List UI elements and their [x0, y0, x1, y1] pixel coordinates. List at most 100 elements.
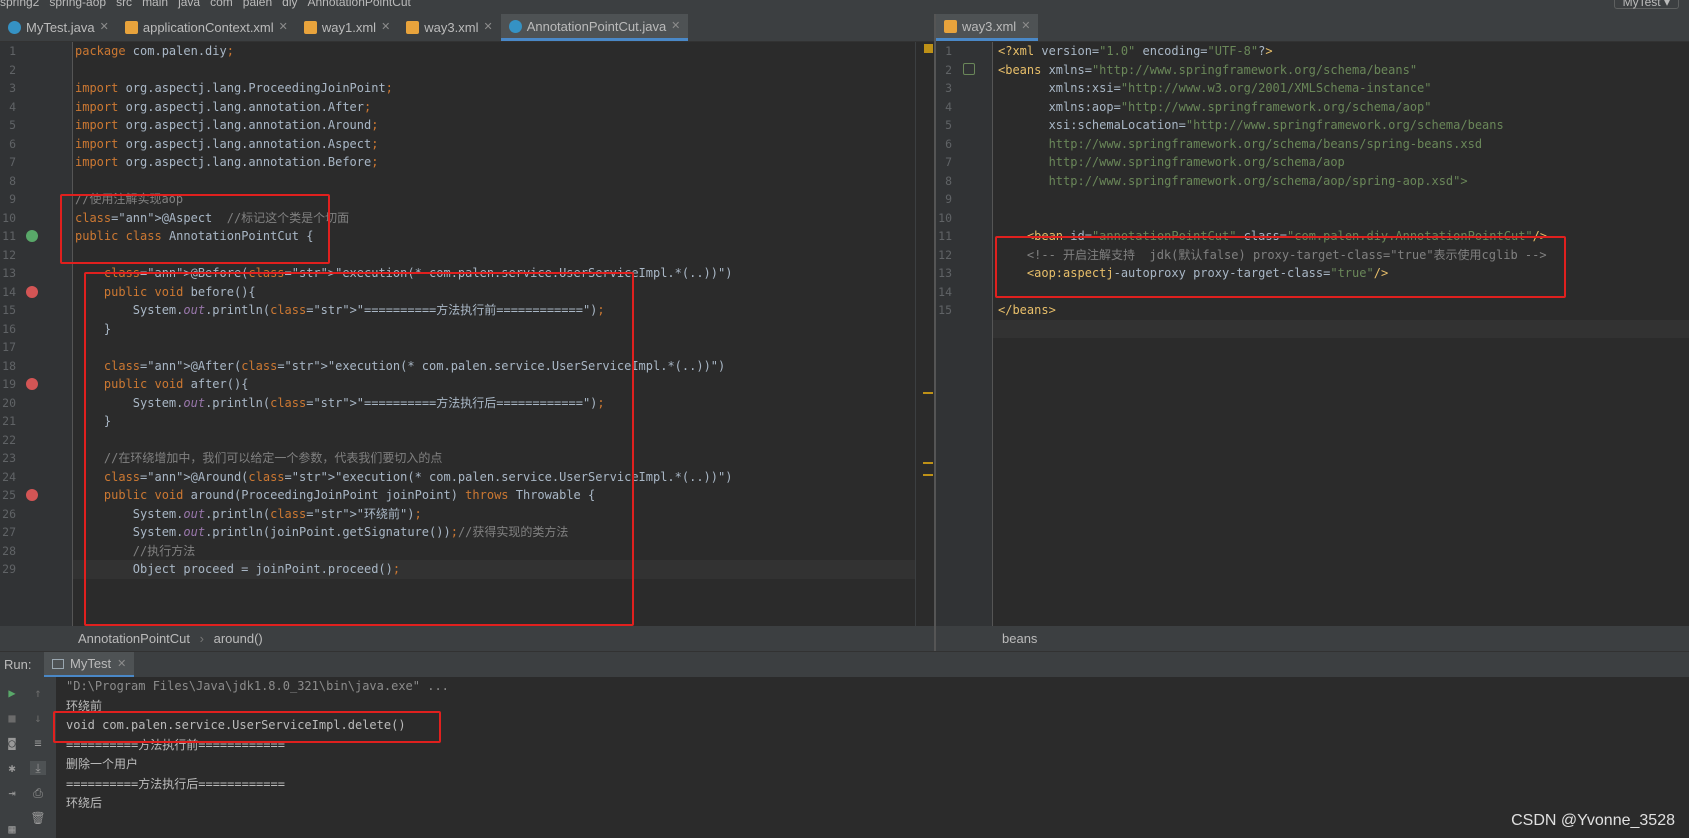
advice-icon[interactable]: [26, 285, 38, 298]
code-line[interactable]: [75, 172, 732, 191]
crumb-project[interactable]: spring2: [0, 0, 39, 9]
xml-code[interactable]: <?xml version="1.0" encoding="UTF-8"?> <b…: [998, 42, 1547, 320]
crumb-module[interactable]: spring-aop: [49, 0, 106, 9]
code-line[interactable]: [75, 61, 732, 80]
java-code[interactable]: package com.palen.diy; import org.aspect…: [75, 42, 732, 579]
code-line[interactable]: <bean id="annotationPointCut" class="com…: [998, 227, 1547, 246]
code-line[interactable]: <aop:aspectj-autoproxy proxy-target-clas…: [998, 264, 1547, 283]
code-line[interactable]: public class AnnotationPointCut {: [75, 227, 732, 246]
code-line[interactable]: package com.palen.diy;: [75, 42, 732, 61]
error-stripe-mark[interactable]: [923, 462, 933, 464]
code-line[interactable]: //执行方法: [75, 542, 732, 561]
run-tab-mytest[interactable]: MyTest ✕: [44, 651, 135, 678]
breadcrumb-tag[interactable]: beans: [1002, 631, 1037, 646]
code-line[interactable]: }: [75, 320, 732, 339]
warning-indicator-icon[interactable]: [924, 44, 933, 53]
code-line[interactable]: import org.aspectj.lang.annotation.After…: [75, 98, 732, 117]
close-icon[interactable]: ✕: [279, 14, 288, 41]
code-line[interactable]: import org.aspectj.lang.annotation.Aspec…: [75, 135, 732, 154]
advice-icon[interactable]: [26, 378, 38, 390]
code-line[interactable]: class="ann">@Before(class="str">"executi…: [75, 264, 733, 283]
code-line[interactable]: http://www.springframework.org/schema/be…: [998, 135, 1547, 154]
close-icon[interactable]: ✕: [117, 651, 126, 677]
code-line[interactable]: xsi:schemaLocation="http://www.springfra…: [998, 116, 1547, 135]
crumb-class[interactable]: AnnotationPointCut: [307, 0, 410, 9]
exit-icon[interactable]: ⇥: [4, 786, 20, 800]
code-line[interactable]: import org.aspectj.lang.annotation.Aroun…: [75, 116, 732, 135]
print-icon[interactable]: ⎙: [30, 786, 46, 800]
layout-icon[interactable]: ▦: [4, 822, 20, 836]
xml-editor[interactable]: 1 2 3 4 5 6 7 8 9 10 11 12 13 14 15 <?xml version="1.0…: [936, 42, 1689, 626]
close-icon[interactable]: ✕: [483, 14, 492, 41]
camera-icon[interactable]: ◙: [4, 736, 20, 750]
code-line[interactable]: [998, 283, 1547, 302]
code-line[interactable]: System.out.println(class="str">"========…: [75, 394, 732, 413]
soft-wrap-icon[interactable]: ≡: [30, 736, 46, 750]
scroll-down-icon[interactable]: ↓: [30, 711, 46, 725]
code-line[interactable]: System.out.println(class="str">"========…: [75, 301, 732, 320]
code-line[interactable]: <beans xmlns="http://www.springframework…: [998, 61, 1547, 80]
code-line[interactable]: [998, 209, 1547, 228]
code-line[interactable]: System.out.println(class="str">"环绕前");: [75, 505, 732, 524]
left-tab-1[interactable]: applicationContext.xml ✕: [117, 14, 296, 41]
breadcrumb-class[interactable]: AnnotationPointCut: [78, 631, 190, 646]
settings-icon[interactable]: ✱: [4, 761, 20, 775]
trash-icon[interactable]: 🗑: [30, 811, 46, 825]
code-line[interactable]: </beans>: [998, 301, 1547, 320]
stop-icon[interactable]: ■: [4, 711, 20, 725]
close-icon[interactable]: ✕: [671, 13, 680, 40]
left-tab-0[interactable]: MyTest.java ✕: [0, 14, 117, 41]
left-tab-4[interactable]: AnnotationPointCut.java ✕: [500, 13, 689, 41]
crumb-com[interactable]: com: [210, 0, 233, 9]
code-line[interactable]: Object proceed = joinPoint.proceed();: [75, 560, 732, 579]
crumb-diy[interactable]: diy: [282, 0, 297, 9]
crumb-palen[interactable]: palen: [243, 0, 272, 9]
java-editor[interactable]: 1 2 3 4 5 6 7 8 9 10 11 12 13 14 15 16 17 18 19 20 21 22 23 24 2…: [0, 42, 934, 626]
close-icon[interactable]: ✕: [381, 14, 390, 41]
code-line[interactable]: import org.aspectj.lang.annotation.Befor…: [75, 153, 732, 172]
code-line[interactable]: import org.aspectj.lang.ProceedingJoinPo…: [75, 79, 732, 98]
code-line[interactable]: [75, 431, 732, 450]
crumb-main[interactable]: main: [142, 0, 168, 9]
xml-file-icon: [303, 21, 317, 34]
code-line[interactable]: public void after(){: [75, 375, 732, 394]
code-line[interactable]: xmlns:xsi="http://www.w3.org/2001/XMLSch…: [998, 79, 1547, 98]
code-line[interactable]: //使用注解实现aop: [75, 190, 732, 209]
crumb-src[interactable]: src: [116, 0, 132, 9]
code-line[interactable]: xmlns:aop="http://www.springframework.or…: [998, 98, 1547, 117]
nav-breadcrumb[interactable]: spring2 spring-aop src main java com palen diy A…: [0, 0, 421, 9]
advice-icon[interactable]: [26, 489, 38, 501]
close-icon[interactable]: ✕: [100, 14, 109, 41]
code-line[interactable]: System.out.println(joinPoint.getSignatur…: [75, 523, 732, 542]
scroll-to-end-icon[interactable]: ⤓: [30, 761, 46, 775]
run-console[interactable]: "D:\Program Files\Java\jdk1.8.0_321\bin\…: [53, 677, 1689, 838]
code-line[interactable]: //在环绕增加中，我们可以给定一个参数，代表我们要切入的点: [75, 449, 732, 468]
code-line[interactable]: }: [75, 412, 732, 431]
error-stripe-mark[interactable]: [923, 474, 933, 476]
code-line[interactable]: http://www.springframework.org/schema/ao…: [998, 153, 1547, 172]
right-tab-0[interactable]: way3.xml ✕: [936, 13, 1039, 41]
code-line[interactable]: [75, 246, 732, 265]
code-line[interactable]: public void before(){: [75, 283, 732, 302]
scroll-up-icon[interactable]: ↑: [30, 686, 46, 700]
code-line[interactable]: http://www.springframework.org/schema/ao…: [998, 172, 1547, 191]
code-line[interactable]: <?xml version="1.0" encoding="UTF-8"?>: [998, 42, 1547, 61]
code-line[interactable]: [75, 338, 732, 357]
code-line[interactable]: class="ann">@Around(class="str">"executi…: [75, 468, 733, 487]
close-icon[interactable]: ✕: [1021, 13, 1030, 40]
crumb-java[interactable]: java: [178, 0, 200, 9]
run-config-selector[interactable]: MyTest ▾: [1613, 0, 1679, 9]
left-tab-2[interactable]: way1.xml ✕: [296, 14, 398, 41]
code-line[interactable]: <!-- 开启注解支持 jdk(默认false) proxy-target-cl…: [998, 246, 1547, 265]
code-line[interactable]: [998, 190, 1547, 209]
left-tab-3[interactable]: way3.xml ✕: [398, 14, 500, 41]
bean-gutter-icon[interactable]: [963, 63, 975, 75]
code-line[interactable]: class="ann">@Aspect //标记这个类是个切面: [75, 209, 732, 228]
breadcrumb-method[interactable]: around(): [214, 631, 263, 646]
java-scrollbar[interactable]: [915, 42, 934, 626]
rerun-icon[interactable]: ▶: [4, 686, 20, 700]
code-line[interactable]: public void around(ProceedingJoinPoint j…: [75, 486, 732, 505]
error-stripe-mark[interactable]: [923, 392, 933, 394]
aspect-icon[interactable]: [26, 230, 38, 242]
code-line[interactable]: class="ann">@After(class="str">"executio…: [75, 357, 732, 376]
